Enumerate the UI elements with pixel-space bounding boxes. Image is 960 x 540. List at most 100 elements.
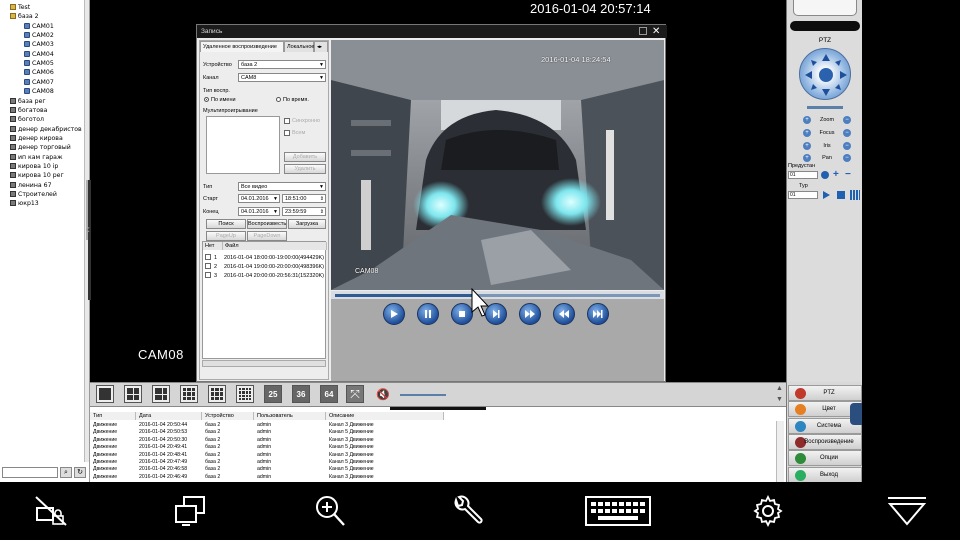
minimize-icon[interactable] — [639, 27, 647, 35]
device-search-input[interactable] — [2, 467, 58, 478]
focus-minus-icon[interactable]: − — [843, 129, 851, 137]
log-row[interactable]: Движение 2016-01-04 20:50:30 база 2 admin Ка… — [90, 437, 776, 444]
layout-13-icon[interactable] — [208, 385, 226, 403]
wrench-icon[interactable] — [450, 494, 486, 528]
tree-item[interactable]: кирова 10 ip — [10, 162, 58, 171]
file-row-checkbox[interactable] — [205, 263, 211, 269]
all-checkbox[interactable] — [284, 130, 290, 136]
col-header-user[interactable]: Пользователь — [254, 412, 326, 420]
refresh-icon[interactable]: ↻ — [74, 467, 86, 478]
play-icon[interactable] — [383, 303, 405, 325]
mode-by-time-radio[interactable]: По время. — [276, 96, 309, 104]
file-list[interactable]: Нет Файл 1 2016-01-04 18:00:00-19:00:00(4… — [202, 241, 327, 359]
ptz-direction-pad[interactable] — [799, 48, 851, 100]
tree-item[interactable]: CAM05 — [24, 59, 54, 68]
tree-item[interactable]: CAM08 — [24, 87, 54, 96]
tree-item[interactable]: денер декабристов — [10, 125, 82, 134]
log-scrollbar[interactable] — [776, 421, 784, 483]
tree-item[interactable]: боготол — [10, 115, 44, 124]
tour-grid-icon[interactable] — [850, 190, 860, 200]
tree-item[interactable]: ип кам гараж — [10, 153, 63, 162]
device-select[interactable]: база 2 ▼ — [238, 60, 326, 69]
delete-button[interactable]: Удалить — [284, 164, 326, 174]
tour-select[interactable]: 01 — [788, 191, 818, 199]
layout-8-icon[interactable] — [152, 385, 170, 403]
tree-item[interactable]: база 2 — [10, 12, 39, 21]
spinner-icon[interactable]: ⇕ — [320, 208, 324, 215]
close-icon[interactable]: ✕ — [652, 25, 660, 38]
pan-plus-icon[interactable]: + — [803, 154, 811, 162]
col-header-description[interactable]: Описание — [326, 412, 444, 420]
multiplay-list[interactable] — [206, 116, 280, 174]
toolbar-scroll-arrows-icon[interactable]: ▲ ▼ — [773, 383, 786, 407]
fast-forward-icon[interactable] — [519, 303, 541, 325]
menu-item-ptz[interactable]: PTZ — [788, 385, 862, 401]
page-up-button[interactable]: PageUp — [206, 231, 246, 241]
start-time-input[interactable]: 18:51:00 ⇕ — [282, 194, 326, 203]
playback-progress-bar[interactable] — [331, 291, 664, 299]
keyboard-icon[interactable] — [584, 494, 652, 528]
file-row-checkbox[interactable] — [205, 254, 211, 260]
pan-minus-icon[interactable]: − — [843, 154, 851, 162]
play-button[interactable]: Воспроизвесть — [247, 219, 287, 229]
col-header-type[interactable]: Тип — [90, 412, 136, 420]
zoom-out-icon[interactable]: − — [843, 116, 851, 124]
channel-select[interactable]: CAM8 ▼ — [238, 73, 326, 82]
tree-item[interactable]: CAM04 — [24, 50, 54, 59]
tab-remote-playback[interactable]: Удаленное воспроизведение — [200, 41, 284, 52]
col-header-no[interactable]: Нет — [203, 242, 223, 250]
file-row[interactable]: 3 2016-01-04 20:00:00-20:56:31(152320K) — [205, 272, 324, 281]
focus-plus-icon[interactable]: + — [803, 129, 811, 137]
volume-slider[interactable] — [400, 394, 446, 396]
layout-16-icon[interactable] — [236, 385, 254, 403]
radio-selected[interactable] — [204, 97, 209, 102]
multi-window-icon[interactable] — [172, 494, 208, 528]
log-row[interactable]: Движение 2016-01-04 20:47:49 база 2 admin Ка… — [90, 459, 776, 466]
pause-icon[interactable] — [417, 303, 439, 325]
tree-item[interactable]: Строителей — [10, 190, 57, 199]
log-row[interactable]: Движение 2016-01-04 20:46:58 база 2 admin Ка… — [90, 466, 776, 473]
collapse-left-arrow-icon[interactable]: ‹ — [86, 222, 90, 236]
end-date-input[interactable]: 04.01.2016 ▼ — [238, 207, 280, 216]
log-row[interactable]: Движение 2016-01-04 20:49:41 база 2 admin Ка… — [90, 444, 776, 451]
search-button[interactable]: Поиск — [206, 219, 246, 229]
col-header-file[interactable]: Файл — [223, 242, 327, 250]
layout-1-icon[interactable] — [96, 385, 114, 403]
layout-4-icon[interactable] — [124, 385, 142, 403]
tree-item[interactable]: богатова — [10, 106, 47, 115]
iris-plus-icon[interactable]: + — [803, 142, 811, 150]
mode-by-name-radio[interactable]: По имени — [204, 96, 236, 104]
next-file-icon[interactable] — [587, 303, 609, 325]
log-row[interactable]: Движение 2016-01-04 20:50:53 база 2 admin Ка… — [90, 429, 776, 436]
hide-nav-bar-icon[interactable] — [886, 494, 928, 528]
ptz-arrows-icon[interactable] — [800, 49, 852, 101]
spinner-icon[interactable]: ⇕ — [320, 195, 324, 202]
file-row[interactable]: 2 2016-01-04 19:00:00-20:00:00(498396K) — [205, 263, 324, 272]
col-header-device[interactable]: Устройство — [202, 412, 254, 420]
add-button[interactable]: Добавить — [284, 152, 326, 162]
layout-9-icon[interactable] — [180, 385, 198, 403]
tree-item[interactable]: CAM03 — [24, 40, 54, 49]
slow-rewind-icon[interactable] — [553, 303, 575, 325]
log-row[interactable]: Движение 2016-01-04 20:50:44 база 2 admin Ка… — [90, 422, 776, 429]
menu-item-options[interactable]: Опции — [788, 450, 862, 467]
file-list-hscrollbar[interactable] — [202, 360, 326, 367]
tab-local-playback[interactable]: Локальное — [284, 41, 314, 52]
tab-scroll-arrows-icon[interactable]: ◂▸ — [314, 41, 328, 52]
tree-item[interactable]: Test — [10, 3, 30, 12]
tree-item[interactable]: юкр13 — [10, 199, 39, 208]
file-row[interactable]: 1 2016-01-04 18:00:00-19:00:00(494429K) — [205, 254, 324, 263]
search-icon[interactable]: ⌕ — [60, 467, 72, 478]
col-header-date[interactable]: Дата — [136, 412, 202, 420]
log-row[interactable]: Движение 2016-01-04 20:48:41 база 2 admin Ка… — [90, 452, 776, 459]
sync-checkbox[interactable] — [284, 118, 290, 124]
ptz-speed-slider[interactable] — [807, 106, 843, 109]
zoom-in-icon[interactable]: + — [803, 116, 811, 124]
tree-item[interactable]: база рег — [10, 97, 46, 106]
mute-icon[interactable]: 🔇 — [374, 385, 392, 403]
tree-item[interactable]: CAM01 — [24, 22, 54, 31]
log-resize-grip[interactable] — [390, 407, 486, 410]
playback-video-frame[interactable]: 2016-01-04 18:24:54 CAM08 — [331, 40, 664, 290]
tour-stop-icon[interactable] — [837, 191, 845, 199]
tree-item[interactable]: денер торговый — [10, 143, 71, 152]
